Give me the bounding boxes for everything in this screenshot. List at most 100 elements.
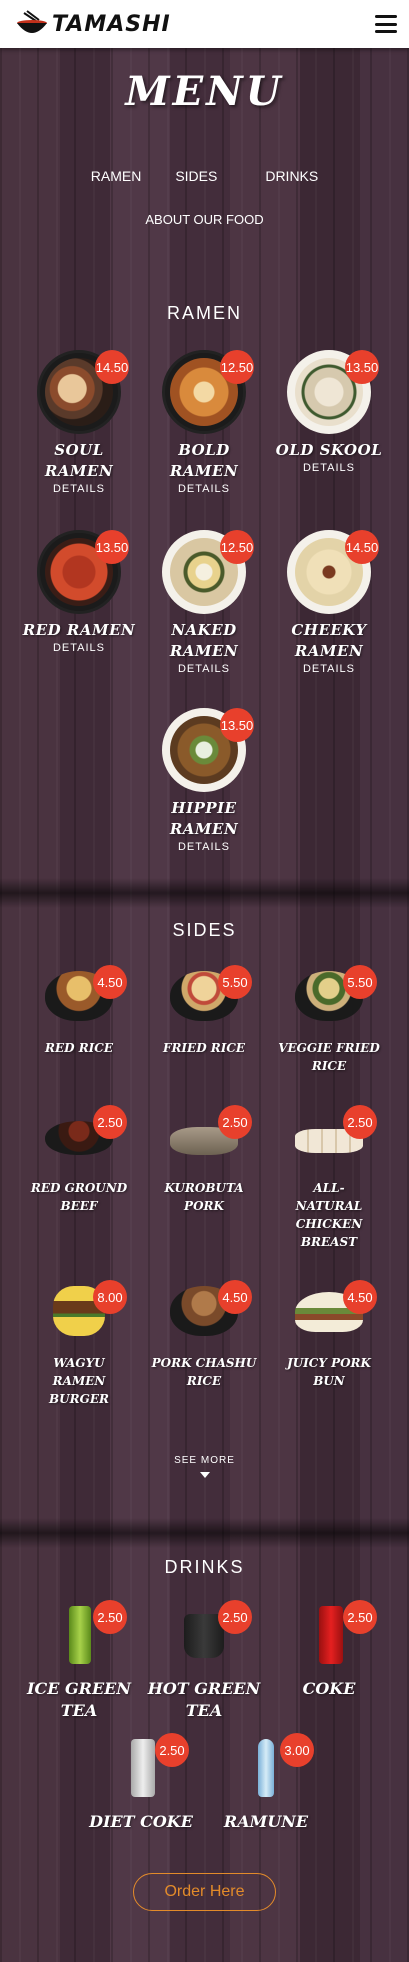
side-image: 5.50 (289, 965, 377, 1025)
see-more-link[interactable]: SEE MORE (0, 1455, 409, 1478)
item-name: RED RAMEN (22, 621, 136, 639)
order-here-button[interactable]: Order Here (133, 1873, 276, 1911)
subnav-sides[interactable]: SIDES (161, 164, 231, 188)
item-name: BOLD RAMEN (169, 441, 239, 480)
item-name: OLD SKOOL (275, 441, 383, 459)
item-name: CHEEKY RAMEN (291, 621, 367, 660)
price-badge: 2.50 (343, 1105, 377, 1139)
price-badge: 5.50 (343, 965, 377, 999)
ramen-image: 13.50 (287, 350, 379, 434)
side-item[interactable]: 2.50 RED GROUND BEEF (14, 1105, 144, 1215)
price-badge: 13.50 (95, 530, 129, 564)
ramen-bowl-logo-icon (17, 10, 47, 33)
price-badge: 2.50 (343, 1600, 377, 1634)
price-badge: 13.50 (220, 708, 254, 742)
details-link[interactable]: DETAILS (14, 483, 144, 495)
ramen-image: 12.50 (162, 530, 254, 614)
side-item[interactable]: 2.50 ALL- NATURAL CHICKEN BREAST (264, 1105, 394, 1251)
side-image: 2.50 (39, 1105, 127, 1165)
subnav-drinks[interactable]: DRINKS (251, 164, 332, 188)
price-badge: 3.00 (280, 1733, 314, 1767)
price-badge: 4.50 (218, 1280, 252, 1314)
details-link[interactable]: DETAILS (264, 462, 394, 474)
ramen-item[interactable]: 12.50 NAKED RAMEN DETAILS (139, 530, 269, 675)
side-image: 8.00 (39, 1280, 127, 1340)
ramen-image: 13.50 (162, 708, 254, 792)
drink-item[interactable]: 2.50 DIET COKE (76, 1733, 206, 1833)
sides-section-title: SIDES (172, 920, 237, 940)
side-item[interactable]: 4.50 RED RICE (14, 965, 144, 1057)
item-name: ICE GREEN TEA (27, 1679, 131, 1720)
page-title: MENU (125, 68, 284, 115)
item-name: FRIED RICE (162, 1041, 246, 1055)
top-bar: TAMASHI (0, 0, 409, 48)
ramen-item[interactable]: 13.50 OLD SKOOL DETAILS (264, 350, 394, 474)
side-image: 4.50 (164, 1280, 252, 1340)
details-link[interactable]: DETAILS (139, 663, 269, 675)
side-item[interactable]: 2.50 KUROBUTA PORK (139, 1105, 269, 1215)
price-badge: 12.50 (220, 530, 254, 564)
side-image: 4.50 (289, 1280, 377, 1340)
item-name: RAMUNE (223, 1812, 309, 1831)
price-badge: 2.50 (93, 1600, 127, 1634)
side-image: 2.50 (289, 1105, 377, 1165)
ramen-image: 14.50 (37, 350, 129, 434)
item-name: WAGYU RAMEN BURGER (49, 1356, 109, 1406)
ramen-item[interactable]: 14.50 SOUL RAMEN DETAILS (14, 350, 144, 495)
about-our-food-link[interactable]: ABOUT OUR FOOD (0, 212, 409, 227)
item-name: SOUL RAMEN (44, 441, 114, 480)
section-divider (0, 878, 409, 908)
drink-item[interactable]: 3.00 RAMUNE (201, 1733, 331, 1833)
details-link[interactable]: DETAILS (264, 663, 394, 675)
price-badge: 4.50 (343, 1280, 377, 1314)
details-link[interactable]: DETAILS (139, 841, 269, 853)
drink-image: 2.50 (39, 1600, 127, 1670)
price-badge: 13.50 (345, 350, 379, 384)
item-name: NAKED RAMEN (169, 621, 239, 660)
ramen-item[interactable]: 13.50 RED RAMEN DETAILS (14, 530, 144, 654)
ramen-item[interactable]: 14.50 CHEEKY RAMEN DETAILS (264, 530, 394, 675)
details-link[interactable]: DETAILS (139, 483, 269, 495)
drink-item[interactable]: 2.50 ICE GREEN TEA (14, 1600, 144, 1722)
section-divider (0, 1518, 409, 1548)
side-item[interactable]: 5.50 VEGGIE FRIED RICE (264, 965, 394, 1075)
side-image: 5.50 (164, 965, 252, 1025)
item-name: JUICY PORK BUN (287, 1356, 371, 1388)
drink-image: 2.50 (289, 1600, 377, 1670)
item-name: ALL- NATURAL CHICKEN BREAST (295, 1181, 363, 1249)
item-name: PORK CHASHU RICE (151, 1356, 257, 1388)
price-badge: 14.50 (95, 350, 129, 384)
ramen-image: 14.50 (287, 530, 379, 614)
see-more-label: SEE MORE (174, 1455, 235, 1466)
price-badge: 2.50 (155, 1733, 189, 1767)
ramen-item[interactable]: 13.50 HIPPIE RAMEN DETAILS (139, 708, 269, 853)
drink-image: 2.50 (164, 1600, 252, 1670)
ramen-item[interactable]: 12.50 BOLD RAMEN DETAILS (139, 350, 269, 495)
price-badge: 2.50 (218, 1600, 252, 1634)
hamburger-menu-icon[interactable] (375, 15, 397, 33)
ramen-image: 13.50 (37, 530, 129, 614)
brand[interactable]: TAMASHI (14, 9, 171, 39)
item-name: DIET COKE (89, 1812, 193, 1831)
side-item[interactable]: 4.50 JUICY PORK BUN (264, 1280, 394, 1390)
price-badge: 8.00 (93, 1280, 127, 1314)
side-image: 2.50 (164, 1105, 252, 1165)
ramen-image: 12.50 (162, 350, 254, 434)
item-name: HOT GREEN TEA (147, 1679, 261, 1720)
drinks-section-title: DRINKS (164, 1557, 245, 1577)
side-item[interactable]: 5.50 FRIED RICE (139, 965, 269, 1057)
item-name: RED RICE (45, 1041, 113, 1055)
price-badge: 2.50 (93, 1105, 127, 1139)
side-image: 4.50 (39, 965, 127, 1025)
side-item[interactable]: 8.00 WAGYU RAMEN BURGER (14, 1280, 144, 1408)
item-name: HIPPIE RAMEN (169, 799, 239, 838)
price-badge: 5.50 (218, 965, 252, 999)
subnav-ramen[interactable]: RAMEN (77, 164, 156, 188)
drink-item[interactable]: 2.50 HOT GREEN TEA (139, 1600, 269, 1722)
details-link[interactable]: DETAILS (14, 642, 144, 654)
side-item[interactable]: 4.50 PORK CHASHU RICE (139, 1280, 269, 1390)
price-badge: 12.50 (220, 350, 254, 384)
ramen-section-title: RAMEN (166, 303, 242, 323)
price-badge: 2.50 (218, 1105, 252, 1139)
drink-item[interactable]: 2.50 COKE (264, 1600, 394, 1700)
